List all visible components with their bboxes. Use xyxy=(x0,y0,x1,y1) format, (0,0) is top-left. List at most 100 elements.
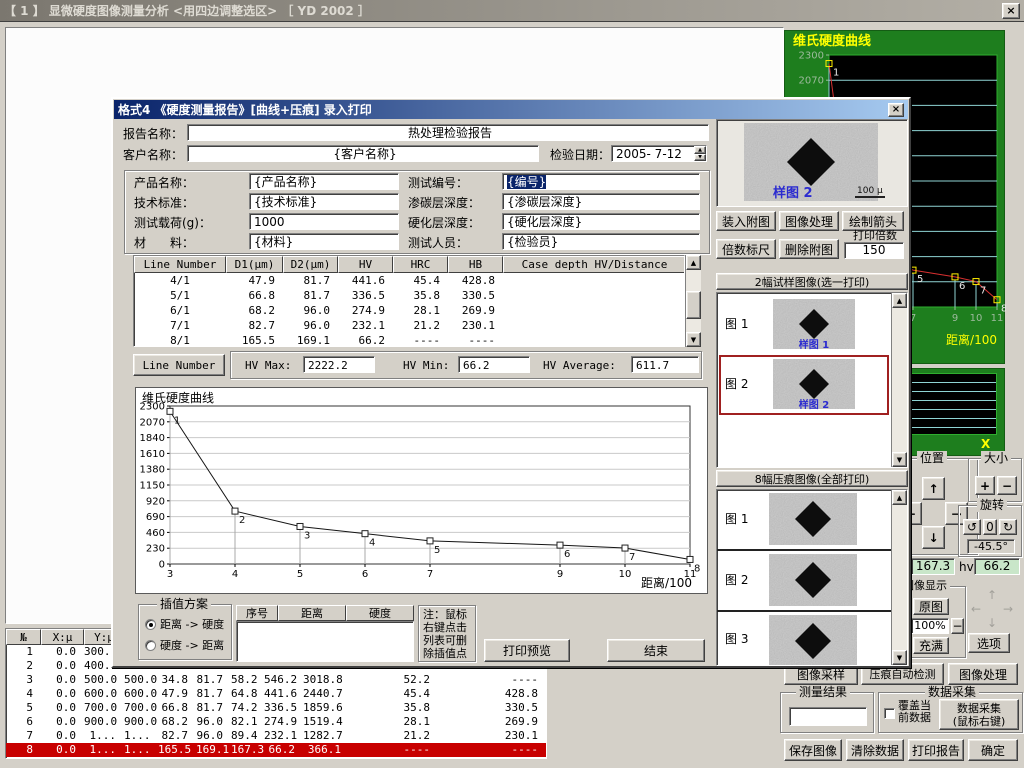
hv-average-field[interactable]: 611.7 xyxy=(631,356,699,373)
sample-list-scrollbar[interactable]: ▲ ▼ xyxy=(891,293,907,467)
rotate-zero-label: 0 xyxy=(986,520,994,534)
rotate-zero-button[interactable]: 0 xyxy=(983,519,997,535)
ok-button[interactable]: 确定 xyxy=(968,739,1018,761)
save-image-button[interactable]: 保存图像 xyxy=(784,739,842,761)
thumb-row-sample-1[interactable]: 图 1 样图 1 xyxy=(719,297,889,353)
report-name-field[interactable]: 热处理检验报告 xyxy=(187,124,709,141)
table-row[interactable]: 80.01...1...165.5169.1167.366.2366.1----… xyxy=(6,743,546,757)
carburized-depth-field[interactable]: {渗碳层深度} xyxy=(502,193,700,210)
svg-text:5: 5 xyxy=(917,274,923,285)
zoom-minus-button[interactable]: − xyxy=(951,618,964,634)
image-process-button-dialog[interactable]: 图像处理 xyxy=(779,211,839,231)
rotate-cw-icon: ↻ xyxy=(1003,520,1013,534)
measure-result-field[interactable] xyxy=(789,707,867,726)
cell: 81.7 xyxy=(196,687,231,701)
hv-min-field[interactable]: 66.2 xyxy=(458,356,530,373)
hv-max-field[interactable]: 2222.2 xyxy=(303,356,375,373)
sample-scroll-down[interactable]: ▼ xyxy=(892,452,907,467)
main-chart-xlabel: 距离/100 xyxy=(913,333,997,347)
table-row[interactable]: 5/166.881.7336.535.8330.5 xyxy=(134,288,684,303)
cell: 336.5 xyxy=(264,701,303,715)
clear-data-button[interactable]: 清除数据 xyxy=(846,739,904,761)
svg-text:6: 6 xyxy=(959,281,965,292)
rotate-group-label: 旋转 xyxy=(977,498,1007,512)
tech-standard-field[interactable]: {技术标准} xyxy=(249,193,399,210)
load-attachment-button[interactable]: 装入附图 xyxy=(716,211,776,231)
cell: 500.0 xyxy=(124,673,158,687)
table-row[interactable]: 8/1165.5169.166.2-------- xyxy=(134,333,684,347)
radio-distance-to-hardness[interactable] xyxy=(145,619,156,630)
table-row[interactable]: 40.0600.0600.047.981.764.8441.62440.745.… xyxy=(6,687,546,701)
rotate-cw-button[interactable]: ↻ xyxy=(999,519,1017,535)
window-close-button[interactable]: × xyxy=(1002,3,1020,19)
indent-scroll-down[interactable]: ▼ xyxy=(892,650,907,665)
interp-list[interactable] xyxy=(236,621,414,662)
line-number-button[interactable]: Line Number xyxy=(133,354,225,376)
radio-hardness-to-distance[interactable] xyxy=(145,640,156,651)
scroll-down-button[interactable]: ▼ xyxy=(686,332,701,347)
cell: 330.5 xyxy=(448,288,503,303)
print-report-button[interactable]: 打印报告 xyxy=(908,739,964,761)
dialog-titlebar[interactable]: 格式4 《硬度测量报告》[曲线+压痕] 录入打印 × xyxy=(114,100,908,119)
thumb-row-sample-2[interactable]: 图 2 样图 2 xyxy=(719,355,889,415)
indent-list-scrollbar[interactable]: ▲ ▼ xyxy=(891,490,907,665)
sample-thumb-list: 图 1 样图 1 图 2 样图 2 ▲ ▼ xyxy=(716,292,908,468)
cell: 269.9 xyxy=(448,303,503,318)
size-plus-button[interactable]: + xyxy=(975,476,995,495)
dialog-table-scrollbar[interactable]: ▲ ▼ xyxy=(685,255,701,347)
print-scale-value[interactable]: 150 xyxy=(844,242,904,259)
thumb-row-indent-3[interactable]: 图 3 xyxy=(719,614,889,665)
svg-text:9: 9 xyxy=(952,313,958,324)
customer-field[interactable]: {客户名称} xyxy=(187,145,539,162)
overwrite-checkbox[interactable] xyxy=(884,708,895,719)
inspect-date-field[interactable]: 2005- 7-12 ▲ ▼ xyxy=(611,145,707,162)
tech-standard-label: 技术标准： xyxy=(134,196,194,210)
remove-attachment-button[interactable]: 删除附图 xyxy=(779,239,839,259)
size-minus-button[interactable]: − xyxy=(997,476,1017,495)
print-preview-button[interactable]: 打印预览 xyxy=(484,639,570,662)
thumb-row-indent-1[interactable]: 图 1 xyxy=(719,492,889,547)
sample-image-frame: 样图 2 100 μ xyxy=(716,119,908,207)
cell: 366.1 xyxy=(303,743,349,757)
move-down-button[interactable]: ↓ xyxy=(922,526,945,549)
scroll-down-icon: ▼ xyxy=(691,336,696,344)
tester-field[interactable]: {检验员} xyxy=(502,233,700,250)
product-name-field[interactable]: {产品名称} xyxy=(249,173,399,190)
date-spin-down-button[interactable]: ▼ xyxy=(694,154,706,161)
window-titlebar[interactable]: 【 1 】 显微硬度图像测量分析 <用四边调整选区> ［ YD 2002 ］ × xyxy=(0,0,1024,22)
scroll-up-button[interactable]: ▲ xyxy=(686,255,701,270)
hardened-depth-field[interactable]: {硬化层深度} xyxy=(502,213,700,230)
table-row[interactable]: 60.0900.0900.068.296.082.1274.91519.428.… xyxy=(6,715,546,729)
cell: 1859.6 xyxy=(303,701,349,715)
scale-ruler-button[interactable]: 倍数标尺 xyxy=(716,239,776,259)
data-acquire-button[interactable]: 数据采集 (鼠标右键) xyxy=(939,699,1019,730)
sample-scroll-up[interactable]: ▲ xyxy=(892,293,907,308)
thumb-row-indent-2[interactable]: 图 2 xyxy=(719,553,889,608)
image-sample-label: 图像采样 xyxy=(797,666,845,683)
table-row[interactable]: 4/147.981.7441.645.4428.8 xyxy=(134,273,684,288)
move-up-button[interactable]: ↑ xyxy=(922,477,945,500)
table-row[interactable]: 6/168.296.0274.928.1269.9 xyxy=(134,303,684,318)
indent-scroll-up[interactable]: ▲ xyxy=(892,490,907,505)
dialog-close-button[interactable]: × xyxy=(888,103,904,117)
cell: 169.1 xyxy=(283,333,338,347)
table-row[interactable]: 70.01...1...82.796.089.4232.11282.721.22… xyxy=(6,729,546,743)
material-field[interactable]: {材料} xyxy=(249,233,399,250)
end-button[interactable]: 结束 xyxy=(607,639,705,662)
test-number-field[interactable]: {编号} xyxy=(502,173,700,190)
cell: 74.2 xyxy=(231,701,264,715)
rotate-ccw-button[interactable]: ↺ xyxy=(963,519,981,535)
table-row[interactable]: 50.0700.0700.066.881.774.2336.51859.635.… xyxy=(6,701,546,715)
table-row[interactable]: 30.0500.0500.034.881.758.2546.23018.852.… xyxy=(6,673,546,687)
date-spin-up-button[interactable]: ▲ xyxy=(694,146,706,154)
image-process-button-main[interactable]: 图像处理 xyxy=(948,663,1018,685)
original-image-button[interactable]: 原图 xyxy=(913,598,949,615)
options-button[interactable]: 选项 xyxy=(968,633,1010,653)
line-number-button-label: Line Number xyxy=(143,359,216,372)
table-row[interactable]: 7/182.796.0232.121.2230.1 xyxy=(134,318,684,333)
size-group: 大小 + − xyxy=(968,458,1022,502)
scroll-thumb[interactable] xyxy=(686,291,701,319)
fill-view-button[interactable]: 充满 xyxy=(913,637,949,654)
test-load-field[interactable]: 1000 xyxy=(249,213,399,230)
draw-arrow-button[interactable]: 绘制箭头 xyxy=(842,211,904,231)
